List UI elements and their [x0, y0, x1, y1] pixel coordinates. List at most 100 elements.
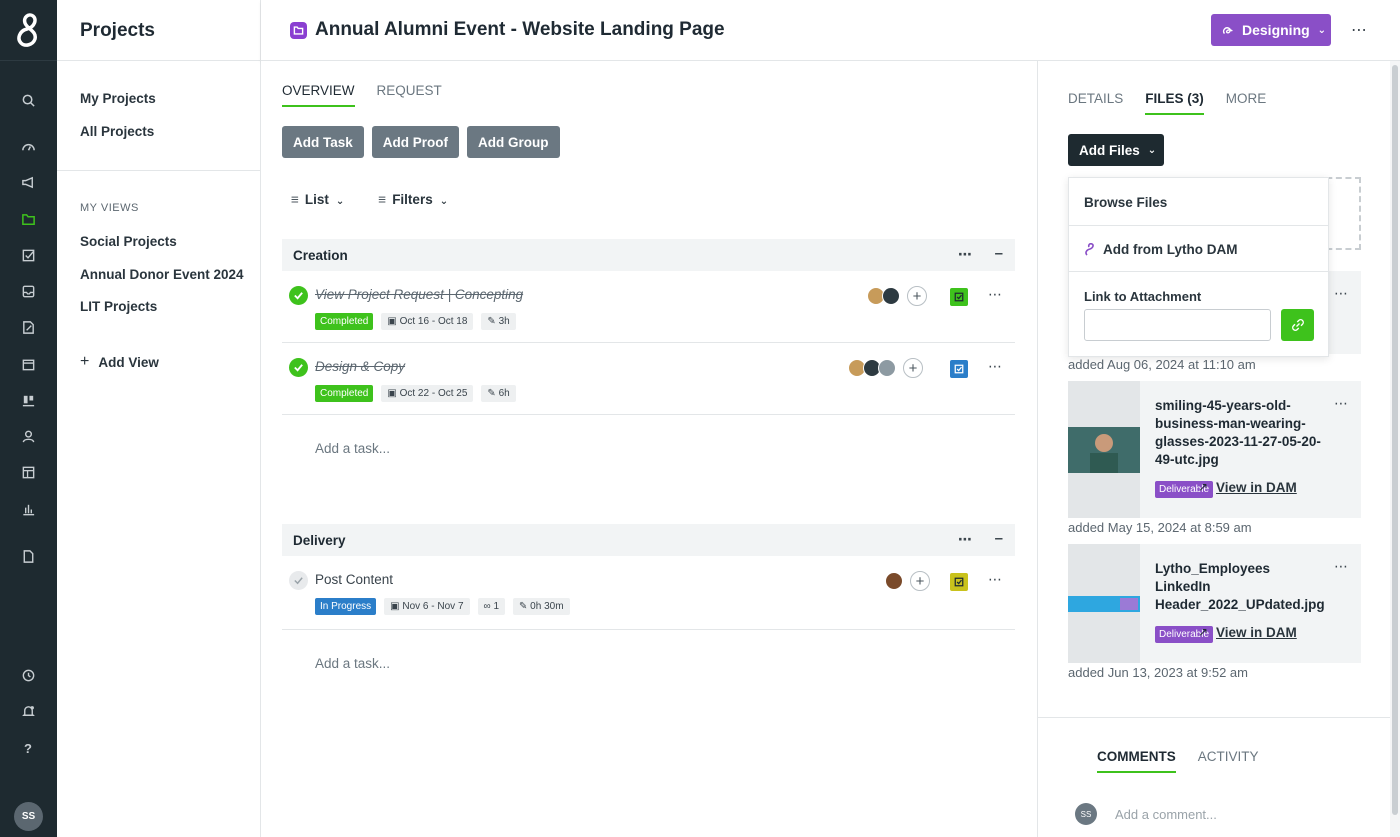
assignee-avatar[interactable]: [885, 572, 903, 590]
comment-input[interactable]: Add a comment...: [1115, 807, 1217, 822]
clock-icon[interactable]: [14, 661, 42, 689]
browse-files-option[interactable]: Browse Files: [1084, 195, 1167, 210]
dashboard-icon[interactable]: [14, 132, 42, 160]
comments-divider: [1038, 717, 1390, 718]
complete-check-icon[interactable]: [289, 286, 308, 305]
add-proof-button[interactable]: Add Proof: [371, 126, 460, 158]
nav-item-all-projects[interactable]: All Projects: [80, 124, 154, 139]
file-thumbnail[interactable]: [1068, 544, 1140, 663]
lytho-logo-icon[interactable]: [0, 0, 57, 61]
file-added-date: added Jun 13, 2023 at 9:52 am: [1068, 665, 1248, 680]
file-card[interactable]: Lytho_Employees LinkedIn Header_2022_UPd…: [1068, 544, 1361, 663]
group-more-icon[interactable]: ⋯: [958, 531, 973, 548]
complete-check-icon[interactable]: [289, 358, 308, 377]
task-check-icon[interactable]: [14, 241, 42, 269]
add-files-button[interactable]: Add Files ⌄: [1068, 134, 1164, 166]
file-name[interactable]: Lytho_Employees LinkedIn Header_2022_UPd…: [1155, 560, 1325, 614]
add-view-label: Add View: [98, 354, 159, 370]
user-avatar[interactable]: SS: [14, 802, 43, 831]
tab-details[interactable]: DETAILS: [1068, 91, 1123, 115]
task-name[interactable]: Design & Copy: [315, 359, 405, 374]
link-attachment-input[interactable]: [1084, 309, 1271, 341]
view-in-dam-link[interactable]: View in DAM: [1216, 480, 1297, 495]
assignee-avatar[interactable]: [878, 359, 896, 377]
add-files-label: Add Files: [1079, 142, 1140, 158]
task-row[interactable]: Post Content In Progress ▣ Nov 6 - Nov 7…: [282, 556, 1015, 630]
analytics-icon[interactable]: [14, 495, 42, 523]
view-item-lit-projects[interactable]: LIT Projects: [80, 299, 157, 314]
layout-icon[interactable]: [14, 458, 42, 486]
task-more-icon[interactable]: ⋯: [988, 286, 1003, 303]
view-item-annual-donor-event[interactable]: Annual Donor Event 2024: [80, 267, 244, 282]
add-assignee-icon[interactable]: +: [910, 571, 930, 591]
tab-files[interactable]: FILES (3): [1145, 91, 1204, 115]
list-view-dropdown[interactable]: ≡ List ⌄: [291, 192, 344, 207]
add-assignee-icon[interactable]: +: [903, 358, 923, 378]
document-icon[interactable]: [14, 542, 42, 570]
megaphone-icon[interactable]: [14, 168, 42, 196]
view-in-dam-link[interactable]: View in DAM: [1216, 625, 1297, 640]
view-item-social-projects[interactable]: Social Projects: [80, 234, 177, 249]
collapse-icon[interactable]: –: [995, 245, 1003, 262]
tab-overview[interactable]: OVERVIEW: [282, 83, 355, 107]
proof-edit-icon[interactable]: [14, 313, 42, 341]
add-task-input[interactable]: Add a task...: [282, 630, 1015, 698]
group-more-icon[interactable]: ⋯: [958, 246, 973, 263]
help-icon[interactable]: ?: [14, 734, 42, 762]
task-name[interactable]: Post Content: [315, 572, 393, 587]
task-row[interactable]: View Project Request | Concepting Comple…: [282, 271, 1015, 343]
file-added-date: added Aug 06, 2024 at 11:10 am: [1068, 357, 1256, 372]
collapse-icon[interactable]: –: [995, 530, 1003, 547]
tab-activity[interactable]: ACTIVITY: [1198, 749, 1259, 773]
assignee-avatar[interactable]: [882, 287, 900, 305]
add-from-dam-option[interactable]: Add from Lytho DAM: [1084, 242, 1237, 257]
file-name[interactable]: smiling-45-years-old-business-man-wearin…: [1155, 397, 1325, 469]
file-thumbnail[interactable]: [1068, 381, 1140, 518]
tab-comments[interactable]: COMMENTS: [1097, 749, 1176, 773]
tab-request[interactable]: REQUEST: [377, 83, 442, 107]
status-badge: Completed: [315, 385, 374, 402]
status-badge: In Progress: [315, 598, 377, 615]
inbox-icon[interactable]: [14, 277, 42, 305]
panel-scrollbar[interactable]: [1390, 61, 1400, 837]
task-dates: Oct 16 - Oct 18: [399, 316, 468, 327]
add-view-button[interactable]: + Add View: [80, 353, 159, 371]
filters-dropdown[interactable]: ≡ Filters ⌄: [378, 192, 448, 207]
search-icon[interactable]: [14, 86, 42, 114]
file-more-icon[interactable]: ⋯: [1334, 395, 1349, 412]
file-card[interactable]: smiling-45-years-old-business-man-wearin…: [1068, 381, 1361, 518]
task-meta: In Progress ▣ Nov 6 - Nov 7 ∞ 1 ✎ 0h 30m: [315, 598, 570, 615]
add-task-button[interactable]: Add Task: [282, 126, 364, 158]
board-icon[interactable]: [14, 386, 42, 414]
notification-bell-icon[interactable]: [14, 697, 42, 725]
user-icon[interactable]: [14, 422, 42, 450]
add-group-button[interactable]: Add Group: [467, 126, 560, 158]
chevron-down-icon: ⌄: [1147, 144, 1157, 156]
main-content: OVERVIEW REQUEST Add Task Add Proof Add …: [261, 61, 1037, 837]
external-link-icon: ↗: [1198, 480, 1209, 494]
task-more-icon[interactable]: ⋯: [988, 358, 1003, 375]
nav-item-my-projects[interactable]: My Projects: [80, 91, 156, 106]
time-chip: ✎ 3h: [481, 313, 516, 330]
incomplete-check-icon[interactable]: [289, 571, 308, 590]
tab-more[interactable]: MORE: [1226, 91, 1267, 115]
task-name[interactable]: View Project Request | Concepting: [315, 287, 523, 302]
group-name: Creation: [293, 247, 348, 263]
date-chip: ▣ Oct 16 - Oct 18: [381, 313, 474, 330]
task-dates: Oct 22 - Oct 25: [399, 388, 468, 399]
folder-icon[interactable]: [14, 205, 42, 233]
task-group-creation: Creation ⋯ – View Project Request | Conc…: [282, 239, 1015, 483]
file-more-icon[interactable]: ⋯: [1334, 558, 1349, 575]
attach-link-button[interactable]: [1281, 309, 1314, 341]
add-assignee-icon[interactable]: +: [907, 286, 927, 306]
header-more-icon[interactable]: ⋯: [1351, 20, 1368, 40]
scrollbar-thumb[interactable]: [1392, 65, 1398, 815]
add-task-input[interactable]: Add a task...: [282, 415, 1015, 483]
calendar-icon[interactable]: [14, 350, 42, 378]
status-dropdown-button[interactable]: Designing ⌄: [1211, 14, 1331, 46]
group-header: Creation ⋯ –: [282, 239, 1015, 271]
task-row[interactable]: Design & Copy Completed ▣ Oct 22 - Oct 2…: [282, 343, 1015, 415]
file-more-icon[interactable]: ⋯: [1334, 285, 1349, 302]
task-more-icon[interactable]: ⋯: [988, 571, 1003, 588]
link-attachment-label: Link to Attachment: [1084, 289, 1202, 304]
